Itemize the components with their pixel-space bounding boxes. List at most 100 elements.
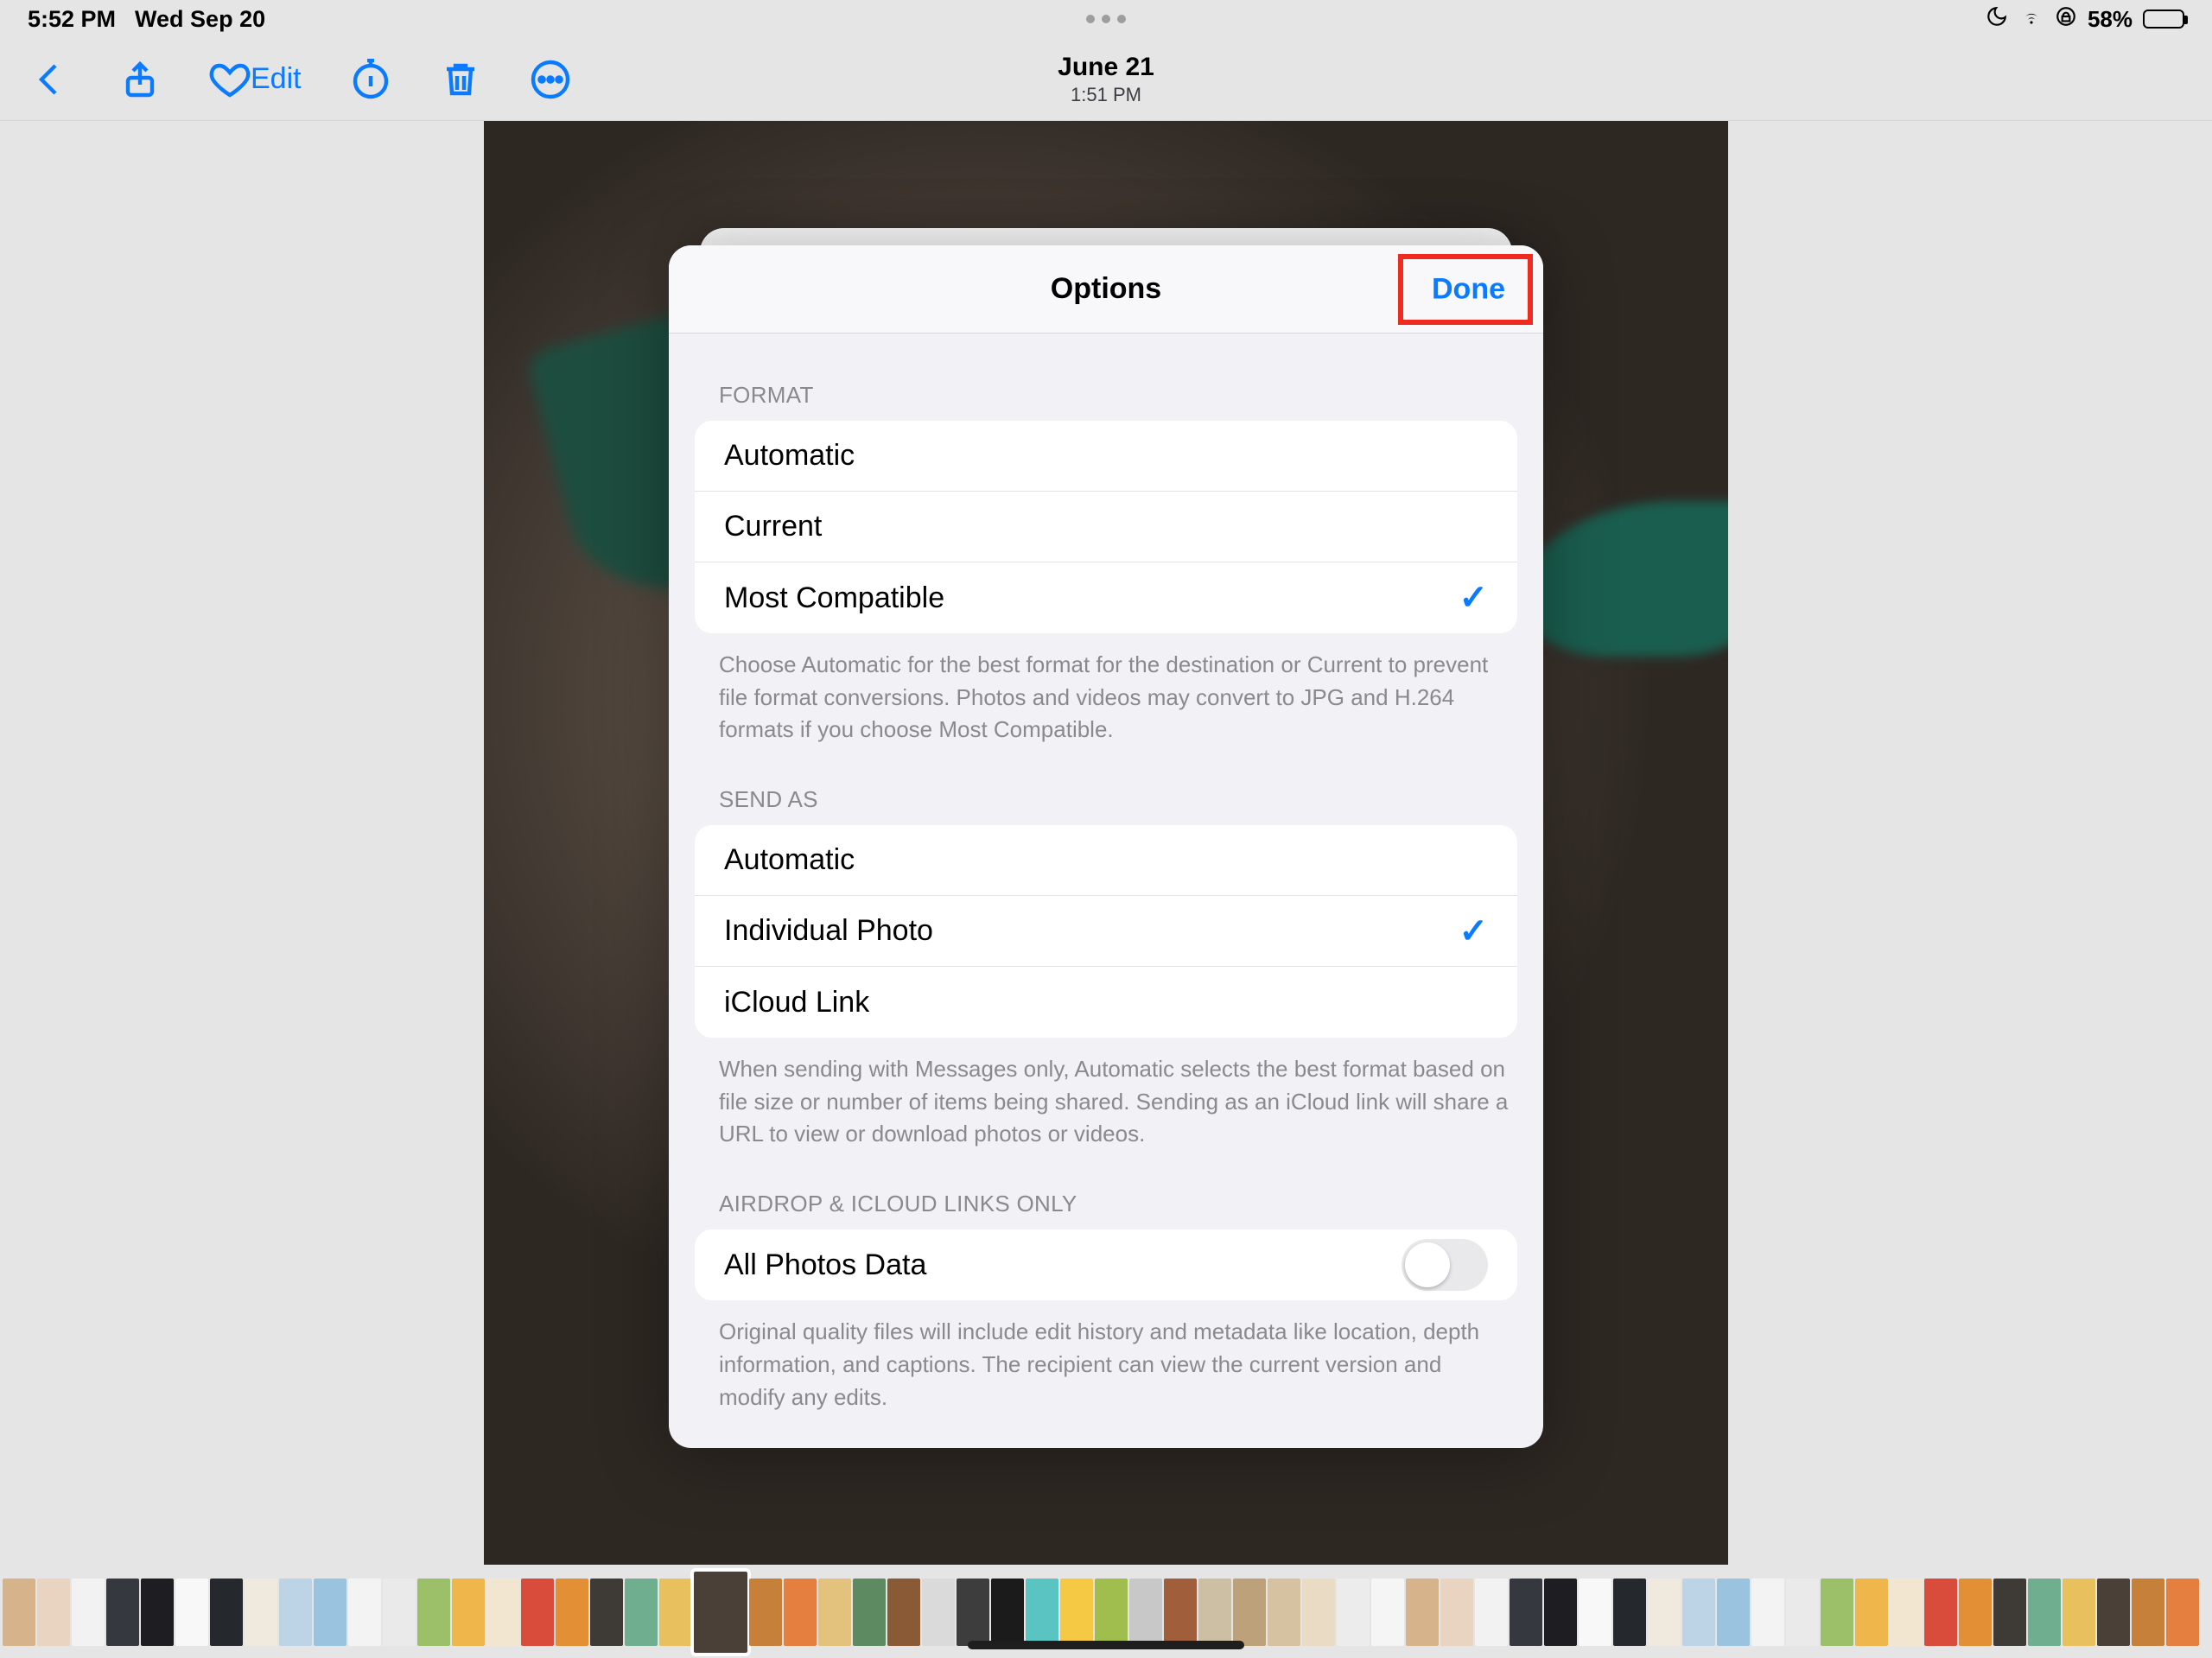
done-button[interactable]: Done [1420, 265, 1517, 313]
thumbnail[interactable] [784, 1579, 817, 1646]
thumbnail[interactable] [625, 1579, 658, 1646]
thumbnail[interactable] [314, 1579, 346, 1646]
all-photos-data-toggle[interactable] [1402, 1239, 1488, 1291]
delete-button[interactable] [440, 59, 481, 100]
thumbnail[interactable] [818, 1579, 851, 1646]
format-list: Automatic Current Most Compatible ✓ [695, 421, 1517, 633]
thumbnail[interactable] [590, 1579, 623, 1646]
more-button[interactable] [530, 59, 571, 100]
thumbnail[interactable] [175, 1579, 208, 1646]
airdrop-list: All Photos Data [695, 1229, 1517, 1300]
share-button[interactable] [119, 59, 161, 100]
thumbnail[interactable] [37, 1579, 70, 1646]
thumbnail[interactable] [279, 1579, 312, 1646]
thumbnail[interactable] [3, 1579, 35, 1646]
thumbnail[interactable] [659, 1579, 692, 1646]
option-label: Individual Photo [724, 914, 933, 948]
thumbnail[interactable] [521, 1579, 554, 1646]
thumbnail[interactable] [1060, 1579, 1093, 1646]
thumbnail[interactable] [106, 1579, 139, 1646]
option-label: Current [724, 510, 822, 543]
thumbnail[interactable] [1821, 1579, 1853, 1646]
thumbnail[interactable] [486, 1579, 519, 1646]
sendas-option-individual-photo[interactable]: Individual Photo ✓ [695, 896, 1517, 967]
thumbnail[interactable] [853, 1579, 886, 1646]
info-button[interactable] [350, 59, 391, 100]
thumbnail[interactable] [1890, 1579, 1923, 1646]
thumbnail[interactable] [1786, 1579, 1819, 1646]
thumbnail[interactable] [1682, 1579, 1715, 1646]
thumbnail[interactable] [957, 1579, 989, 1646]
thumbnail[interactable] [1855, 1579, 1888, 1646]
format-option-automatic[interactable]: Automatic [695, 421, 1517, 492]
thumbnail[interactable] [2097, 1579, 2130, 1646]
thumbnail[interactable] [1233, 1579, 1266, 1646]
photo-timestamp: June 21 1:51 PM [1058, 53, 1154, 106]
thumbnail[interactable] [1302, 1579, 1335, 1646]
thumbnail[interactable] [1993, 1579, 2026, 1646]
thumbnail[interactable] [1613, 1579, 1646, 1646]
thumbnail[interactable] [694, 1572, 747, 1653]
thumbnail[interactable] [2028, 1579, 2061, 1646]
section-header-format: FORMAT [719, 382, 1517, 409]
thumbnail[interactable] [922, 1579, 955, 1646]
thumbnail[interactable] [1164, 1579, 1197, 1646]
orientation-lock-icon [2055, 5, 2077, 34]
thumbnail[interactable] [210, 1579, 243, 1646]
thumbnail[interactable] [245, 1579, 277, 1646]
thumbnail[interactable] [1095, 1579, 1128, 1646]
thumbnail[interactable] [417, 1579, 450, 1646]
thumbnail[interactable] [1337, 1579, 1370, 1646]
thumbnail[interactable] [1129, 1579, 1162, 1646]
thumbnail[interactable] [1371, 1579, 1404, 1646]
back-button[interactable] [29, 59, 71, 100]
airdrop-footer: Original quality files will include edit… [719, 1316, 1512, 1413]
thumbnail[interactable] [1959, 1579, 1992, 1646]
thumbnail[interactable] [1717, 1579, 1750, 1646]
sendas-option-icloud-link[interactable]: iCloud Link [695, 967, 1517, 1038]
thumbnail[interactable] [1406, 1579, 1439, 1646]
favorite-button[interactable] [209, 59, 251, 100]
thumbnail[interactable] [1440, 1579, 1473, 1646]
status-time: 5:52 PM [28, 6, 116, 33]
thumbnail[interactable] [72, 1579, 105, 1646]
thumbnail[interactable] [1198, 1579, 1231, 1646]
thumbnail[interactable] [2166, 1579, 2199, 1646]
options-modal: Options Done FORMAT Automatic Current Mo… [669, 245, 1543, 1448]
thumbnail[interactable] [1751, 1579, 1784, 1646]
edit-button[interactable]: Edit [251, 62, 302, 96]
home-indicator[interactable] [968, 1641, 1244, 1649]
thumbnail[interactable] [1648, 1579, 1681, 1646]
checkmark-icon: ✓ [1459, 912, 1488, 951]
thumbnail[interactable] [749, 1579, 782, 1646]
thumbnail[interactable] [2063, 1579, 2095, 1646]
thumbnail[interactable] [1475, 1579, 1508, 1646]
thumbnail[interactable] [452, 1579, 485, 1646]
modal-title: Options [1051, 272, 1161, 306]
thumbnail[interactable] [887, 1579, 920, 1646]
thumbnail[interactable] [348, 1579, 381, 1646]
nav-bar: June 21 1:51 PM Edit [0, 38, 2212, 121]
format-footer: Choose Automatic for the best format for… [719, 649, 1512, 746]
thumbnail[interactable] [2132, 1579, 2164, 1646]
sendas-option-automatic[interactable]: Automatic [695, 825, 1517, 896]
thumbnail[interactable] [991, 1579, 1024, 1646]
option-label: iCloud Link [724, 986, 869, 1020]
sendas-list: Automatic Individual Photo ✓ iCloud Link [695, 825, 1517, 1038]
format-option-current[interactable]: Current [695, 492, 1517, 562]
thumbnail[interactable] [1510, 1579, 1542, 1646]
thumbnail[interactable] [1544, 1579, 1577, 1646]
thumbnail[interactable] [141, 1579, 174, 1646]
format-option-most-compatible[interactable]: Most Compatible ✓ [695, 562, 1517, 633]
thumbnail[interactable] [1579, 1579, 1611, 1646]
option-label: Most Compatible [724, 581, 944, 615]
thumbnail[interactable] [556, 1579, 588, 1646]
thumbnail[interactable] [1026, 1579, 1058, 1646]
thumbnail[interactable] [383, 1579, 416, 1646]
multitask-dots[interactable] [1086, 15, 1126, 23]
battery-icon [2143, 10, 2184, 29]
thumbnail[interactable] [1268, 1579, 1300, 1646]
section-header-airdrop: AIRDROP & ICLOUD LINKS ONLY [719, 1191, 1517, 1217]
thumbnail[interactable] [1924, 1579, 1957, 1646]
all-photos-data-row[interactable]: All Photos Data [695, 1229, 1517, 1300]
